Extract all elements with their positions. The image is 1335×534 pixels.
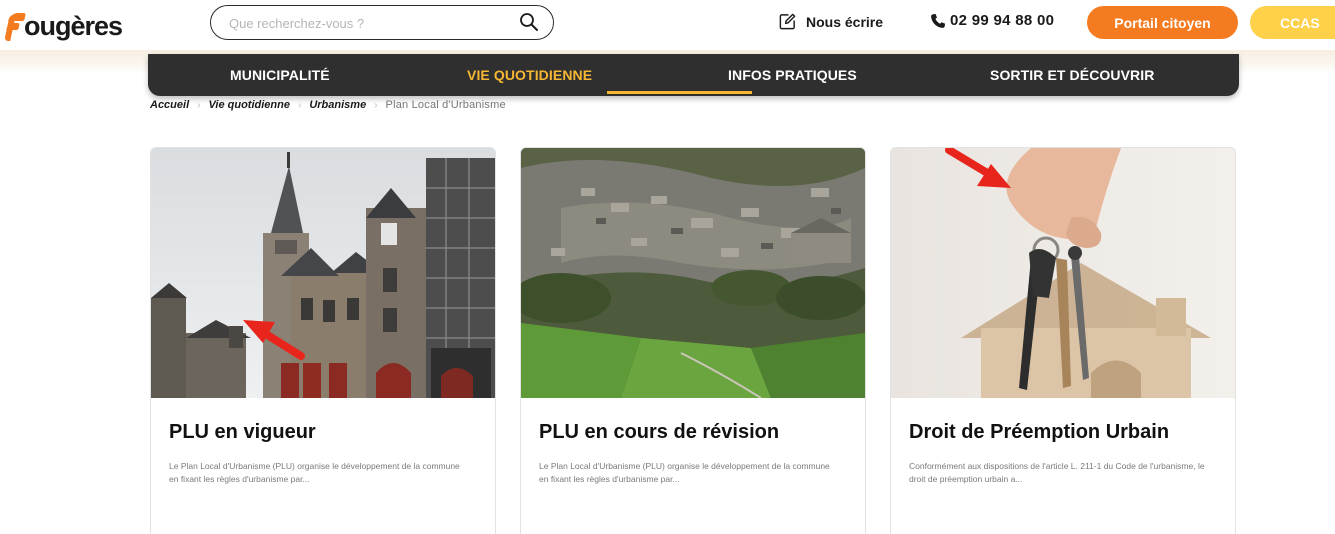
card-plu-en-cours-de-revision[interactable]: PLU en cours de révision Le Plan Local d… [520,147,866,534]
edit-icon [779,13,796,30]
breadcrumb: Accueil › Vie quotidienne › Urbanisme › … [150,99,506,111]
site-logo[interactable]: ougères [4,7,123,41]
search-box[interactable] [210,5,554,40]
card-image-keys-house[interactable] [891,148,1235,398]
breadcrumb-vie-quotidienne[interactable]: Vie quotidienne [208,99,290,111]
card-excerpt: Le Plan Local d'Urbanisme (PLU) organise… [169,461,460,484]
breadcrumb-urbanisme[interactable]: Urbanisme [309,99,366,111]
card-title[interactable]: PLU en vigueur [169,421,316,444]
breadcrumb-separator: › [374,99,378,111]
portail-citoyen-button[interactable]: Portail citoyen [1087,6,1238,39]
aerial-town-photo [521,148,865,398]
card-title[interactable]: PLU en cours de révision [539,421,779,444]
ccas-button[interactable]: CCAS [1250,6,1335,39]
nav-active-indicator [607,91,752,94]
nav-item-infos-pratiques[interactable]: INFOS PRATIQUES [728,67,857,83]
breadcrumb-separator: › [297,99,302,111]
breadcrumb-separator: › [197,99,201,111]
card-plu-en-vigueur[interactable]: PLU en vigueur Le Plan Local d'Urbanisme… [150,147,496,534]
logo-text: ougères [24,11,123,41]
search-input[interactable] [229,14,509,32]
nav-item-municipalite[interactable]: MUNICIPALITÉ [230,67,330,83]
nav-item-sortir-et-decouvrir[interactable]: SORTIR ET DÉCOUVRIR [990,67,1154,83]
card-image-town-hall[interactable] [151,148,495,398]
card-excerpt: Le Plan Local d'Urbanisme (PLU) organise… [539,461,830,484]
card-image-aerial-town[interactable] [521,148,865,398]
logo-f-icon [4,11,26,41]
card-droit-de-preemption-urbain[interactable]: Droit de Préemption Urbain Conformément … [890,147,1236,534]
card-title[interactable]: Droit de Préemption Urbain [909,421,1169,444]
phone-link[interactable]: 02 99 94 88 00 [930,12,1054,29]
nav-item-vie-quotidienne[interactable]: VIE QUOTIDIENNE [467,67,592,83]
card-excerpt: Conformément aux dispositions de l'artic… [909,461,1205,484]
keys-house-photo [891,148,1235,398]
write-us-link[interactable]: Nous écrire [778,12,883,31]
main-nav: MUNICIPALITÉ VIE QUOTIDIENNE INFOS PRATI… [148,54,1239,96]
search-icon[interactable] [519,12,539,32]
site-header: ougères Nous écrire 02 99 94 88 00 Porta… [0,0,1335,48]
phone-number: 02 99 94 88 00 [950,12,1055,29]
phone-icon [931,13,945,28]
write-us-label: Nous écrire [806,13,884,30]
town-hall-photo [151,148,495,398]
breadcrumb-current: Plan Local d'Urbanisme [385,99,506,111]
breadcrumb-accueil[interactable]: Accueil [150,99,189,111]
